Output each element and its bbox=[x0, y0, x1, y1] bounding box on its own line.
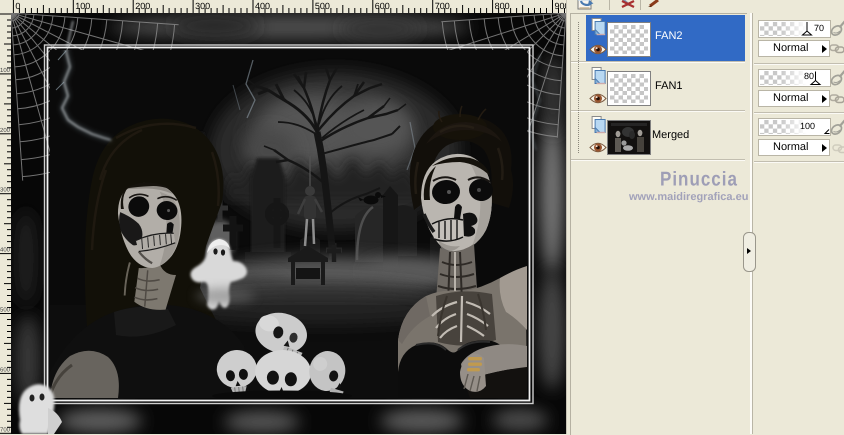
svg-text:300: 300 bbox=[0, 187, 11, 194]
svg-text:700: 700 bbox=[435, 1, 450, 11]
svg-text:500: 500 bbox=[0, 307, 11, 314]
svg-text:300: 300 bbox=[195, 1, 210, 11]
svg-text:600: 600 bbox=[375, 1, 390, 11]
svg-text:0: 0 bbox=[15, 1, 20, 11]
svg-text:800: 800 bbox=[495, 1, 510, 11]
svg-text:600: 600 bbox=[0, 366, 11, 373]
svg-text:200: 200 bbox=[0, 127, 11, 134]
svg-text:500: 500 bbox=[315, 1, 330, 11]
svg-text:200: 200 bbox=[135, 1, 150, 11]
svg-text:100: 100 bbox=[0, 67, 11, 74]
svg-text:400: 400 bbox=[0, 247, 11, 254]
svg-text:100: 100 bbox=[75, 1, 90, 11]
svg-text:900: 900 bbox=[555, 1, 567, 11]
svg-text:400: 400 bbox=[255, 1, 270, 11]
svg-text:700: 700 bbox=[0, 426, 11, 433]
